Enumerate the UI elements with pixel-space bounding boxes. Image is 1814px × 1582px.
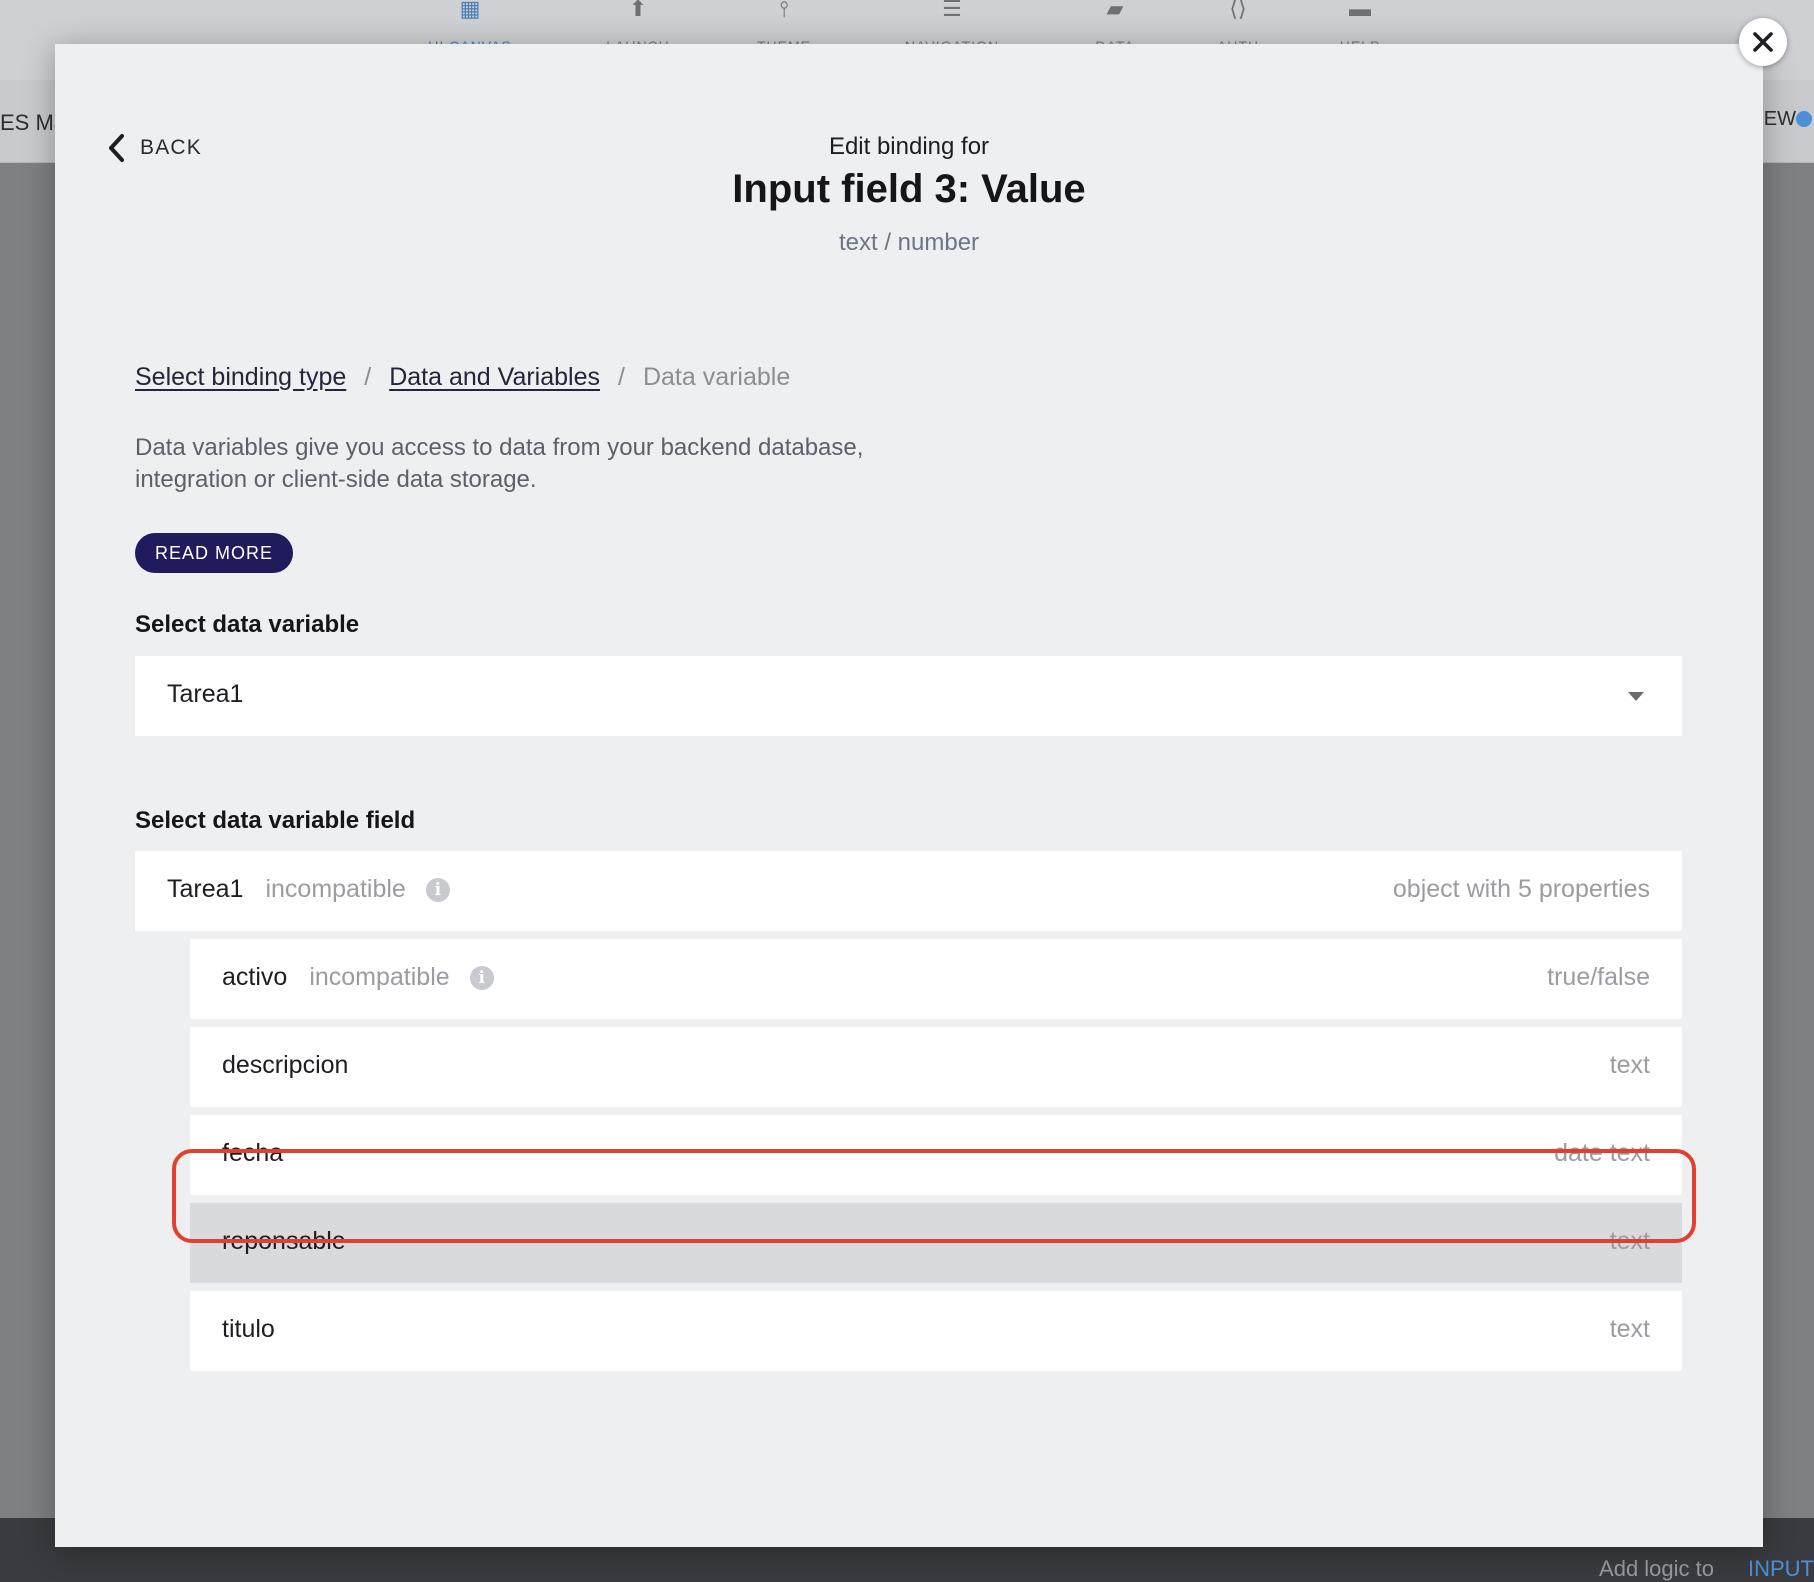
breadcrumb-select-binding-type[interactable]: Select binding type — [135, 363, 346, 391]
modal-title: Input field 3: Value — [732, 167, 1086, 211]
caret-down-icon — [1628, 692, 1644, 701]
field-name-text: descripcion — [222, 1051, 349, 1079]
select-field-label: Select data variable field — [135, 807, 416, 834]
data-variable-select-value: Tarea1 — [167, 680, 244, 708]
breadcrumb-data-and-variables[interactable]: Data and Variables — [389, 363, 600, 391]
field-row-fecha[interactable]: fecha date text — [190, 1115, 1682, 1195]
close-icon — [1753, 32, 1773, 52]
modal-header: Edit binding for Input field 3: Value te… — [55, 132, 1763, 258]
code-icon: ⟨⟩ — [1229, 0, 1247, 21]
breadcrumb: Select binding type / Data and Variables / D… — [135, 360, 790, 394]
breadcrumb-separator: / — [618, 363, 625, 391]
field-type: text — [1609, 1315, 1650, 1343]
incompatible-badge: incompatible — [309, 963, 450, 991]
info-icon[interactable]: i — [425, 878, 450, 902]
field-row-tarea1[interactable]: Tarea1 incompatible i object with 5 proper… — [135, 851, 1682, 931]
binding-type-hint: text / number — [838, 229, 980, 256]
field-row-descripcion[interactable]: descripcion text — [190, 1027, 1682, 1107]
field-name-text: titulo — [222, 1315, 275, 1343]
footer-text: Add logic to — [1599, 1556, 1714, 1581]
grid-icon: ▦ — [459, 0, 481, 21]
field-row-activo[interactable]: activo incompatible i true/false — [190, 939, 1682, 1019]
close-button[interactable] — [1739, 18, 1787, 66]
field-name: activo incompatible i — [222, 963, 494, 992]
modal-kicker: Edit binding for — [828, 133, 990, 160]
breadcrumb-current: Data variable — [642, 363, 791, 391]
edit-binding-modal: BACK Edit binding for Input field 3: Val… — [55, 44, 1763, 1547]
breadcrumb-separator: / — [364, 363, 372, 391]
info-icon[interactable]: i — [469, 966, 494, 990]
field-type: true/false — [1547, 963, 1650, 991]
field-name: Tarea1 incompatible i — [167, 875, 450, 904]
list-icon: ☰ — [942, 0, 962, 21]
upload-icon: ⬆ — [628, 0, 648, 21]
chat-icon: ▬ — [1349, 0, 1371, 21]
field-type: date text — [1554, 1139, 1650, 1167]
data-variable-select[interactable]: Tarea1 — [135, 656, 1682, 736]
folder-icon: ▰ — [1106, 0, 1124, 21]
background-preview-label: EW — [1763, 108, 1796, 130]
field-type: object with 5 properties — [1392, 875, 1650, 903]
brush-icon: ⫯ — [779, 0, 789, 21]
field-name-text: reponsable — [222, 1227, 346, 1255]
field-row-reponsable[interactable]: reponsable text — [190, 1203, 1682, 1283]
field-row-titulo[interactable]: titulo text — [190, 1291, 1682, 1371]
description-text: Data variables give you access to data f… — [135, 434, 864, 493]
field-type: text — [1609, 1227, 1650, 1255]
footer-accent-link: INPUT — [1748, 1556, 1814, 1581]
read-more-button[interactable]: READ MORE — [135, 533, 294, 573]
incompatible-badge: incompatible — [265, 875, 406, 903]
status-dot — [1796, 111, 1812, 127]
field-type: text — [1609, 1051, 1650, 1079]
field-name-text: activo — [222, 963, 288, 991]
select-variable-label: Select data variable — [135, 611, 360, 638]
field-name-text: Tarea1 — [167, 875, 244, 903]
field-name-text: fecha — [222, 1139, 284, 1167]
